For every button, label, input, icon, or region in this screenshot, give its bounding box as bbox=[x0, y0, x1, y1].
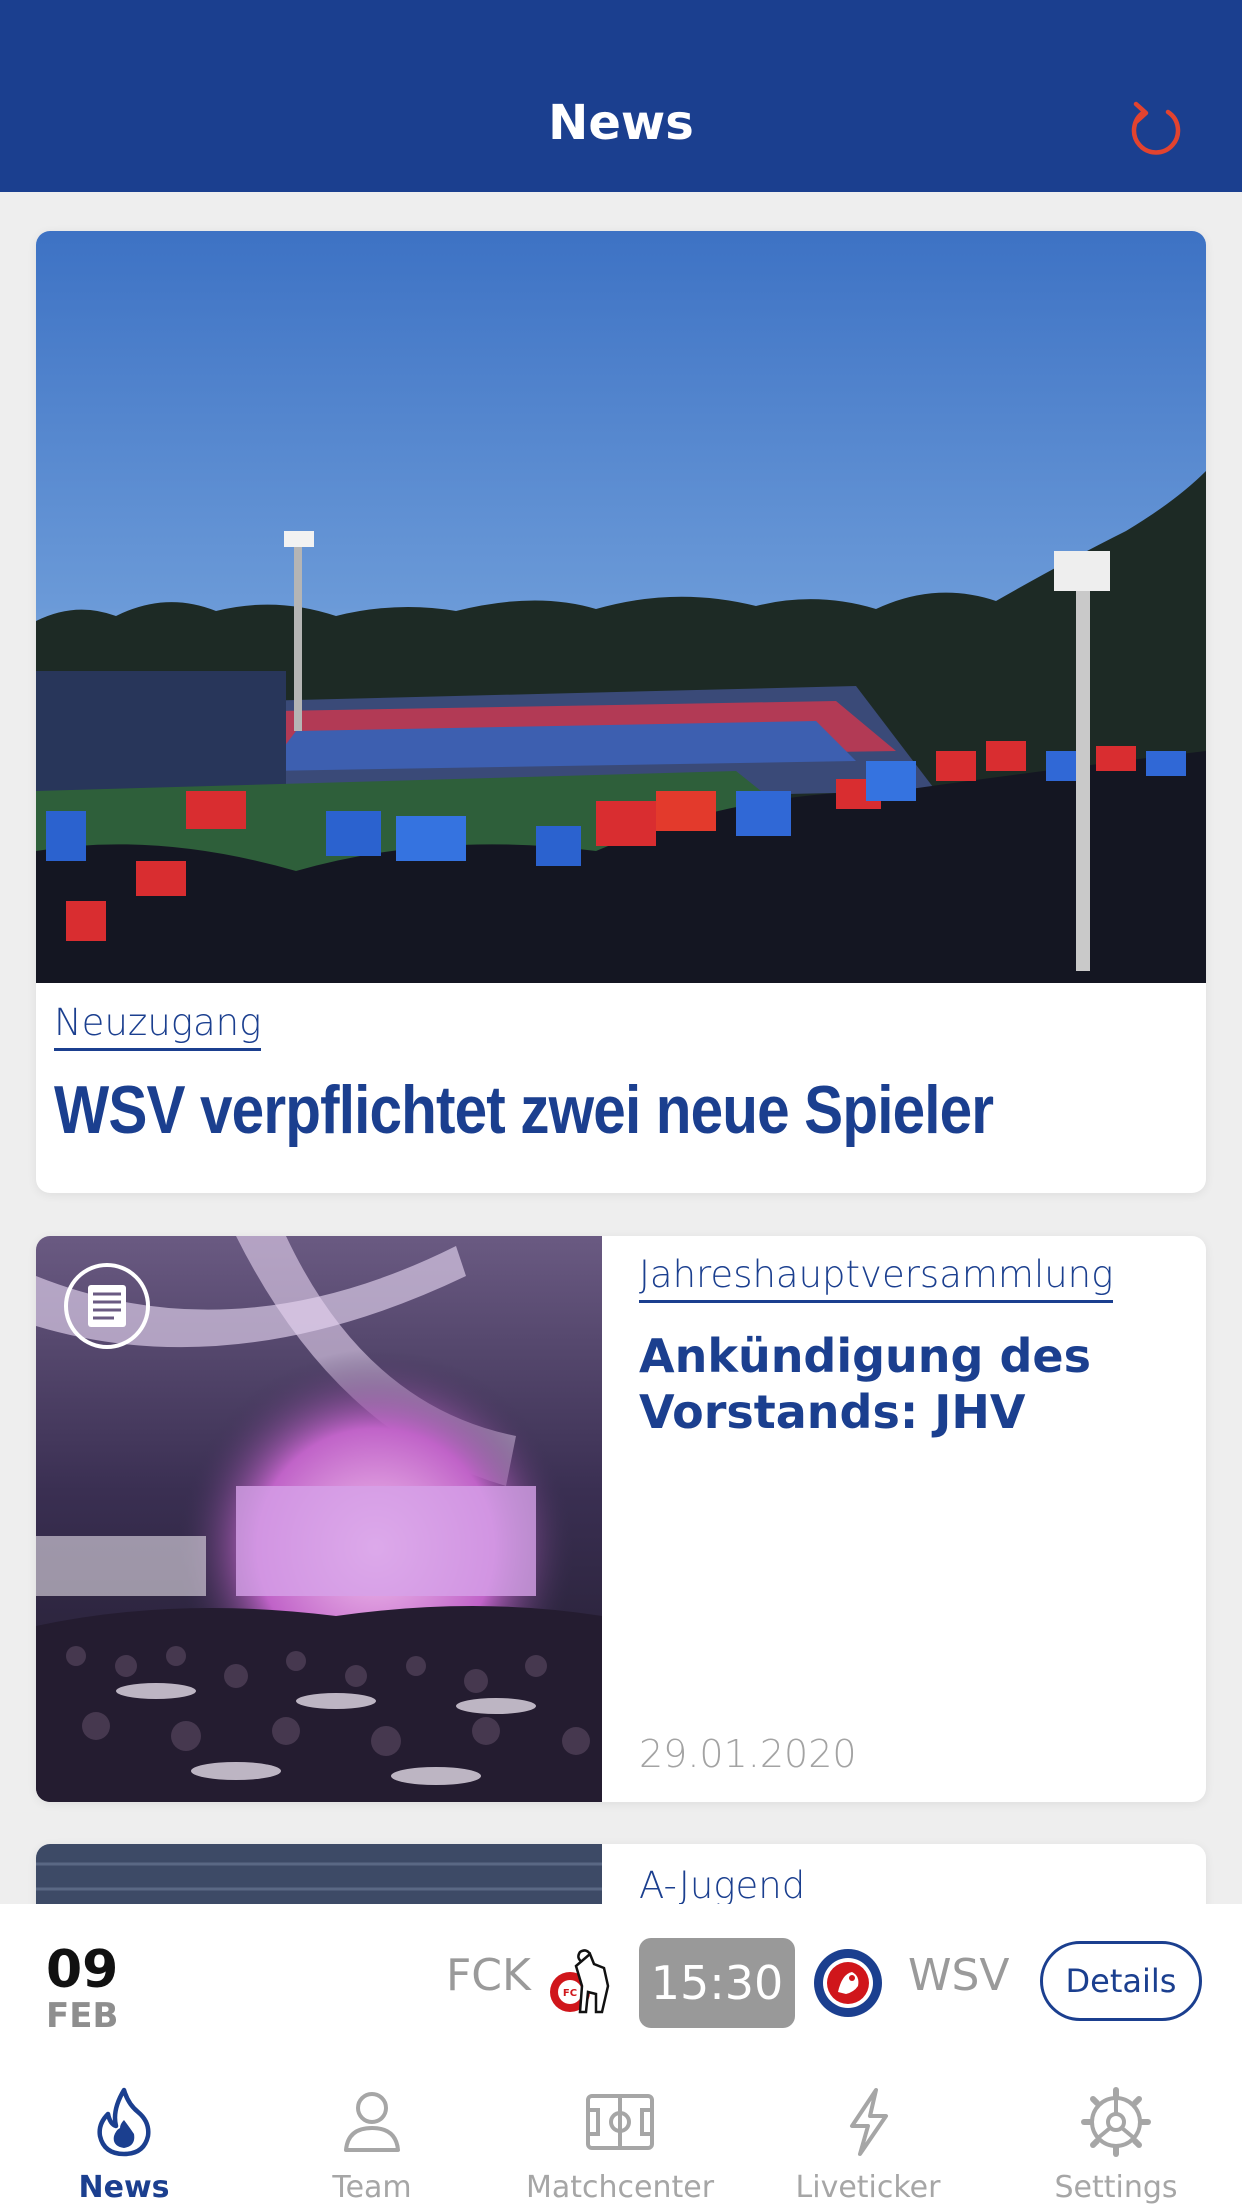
match-day: 09 bbox=[46, 1940, 119, 2000]
page-title: News bbox=[548, 95, 694, 151]
tab-label: News bbox=[78, 2170, 170, 2205]
article-card[interactable]: Jahreshauptversammlung Ankündigung des V… bbox=[36, 1236, 1206, 1802]
article-headline[interactable]: Ankündigung des Vorstands: JHV bbox=[639, 1328, 1179, 1440]
tab-news[interactable]: News bbox=[0, 2060, 248, 2208]
home-team-crest-icon: FC bbox=[550, 1949, 610, 2014]
refresh-icon[interactable] bbox=[1128, 96, 1184, 158]
document-icon bbox=[64, 1263, 150, 1349]
home-team-name: FCK bbox=[446, 1950, 531, 2001]
app-header: News bbox=[0, 0, 1242, 192]
tab-label: Liveticker bbox=[795, 2170, 941, 2205]
match-details-button[interactable]: Details bbox=[1040, 1941, 1202, 2021]
flame-icon bbox=[97, 2087, 151, 2157]
gear-icon bbox=[1081, 2087, 1151, 2157]
tab-label: Settings bbox=[1054, 2170, 1178, 2205]
lightning-icon bbox=[850, 2088, 888, 2156]
stadium-photo bbox=[36, 231, 1206, 983]
tab-settings[interactable]: Settings bbox=[992, 2060, 1240, 2208]
featured-article-card[interactable]: Neuzugang WSV verpflichtet zwei neue Spi… bbox=[36, 231, 1206, 1193]
pitch-icon bbox=[586, 2094, 654, 2150]
tab-liveticker[interactable]: Liveticker bbox=[744, 2060, 992, 2208]
article-headline[interactable]: WSV verpflichtet zwei neue Spieler bbox=[54, 1071, 1034, 1149]
away-team-crest-icon bbox=[814, 1949, 882, 2017]
article-date: 29.01.2020 bbox=[639, 1732, 857, 1776]
svg-text:FC: FC bbox=[563, 1988, 577, 1999]
tab-label: Matchcenter bbox=[525, 2170, 715, 2205]
person-icon bbox=[344, 2092, 400, 2152]
match-month: FEB bbox=[46, 1996, 119, 2036]
away-team-name: WSV bbox=[908, 1950, 1010, 2001]
kickoff-time: 15:30 bbox=[639, 1938, 795, 2028]
article-category[interactable]: Neuzugang bbox=[54, 1001, 262, 1051]
article-category[interactable]: Jahreshauptversammlung bbox=[639, 1253, 1114, 1303]
tab-team[interactable]: Team bbox=[248, 2060, 496, 2208]
bottom-tab-bar: News Team Matchcenter Liveticker Setting… bbox=[0, 2060, 1242, 2208]
tab-matchcenter[interactable]: Matchcenter bbox=[496, 2060, 744, 2208]
next-match-bar[interactable]: 09 FEB FCK FC 15:30 WSV Details bbox=[0, 1904, 1242, 2062]
tab-label: Team bbox=[332, 2170, 412, 2205]
